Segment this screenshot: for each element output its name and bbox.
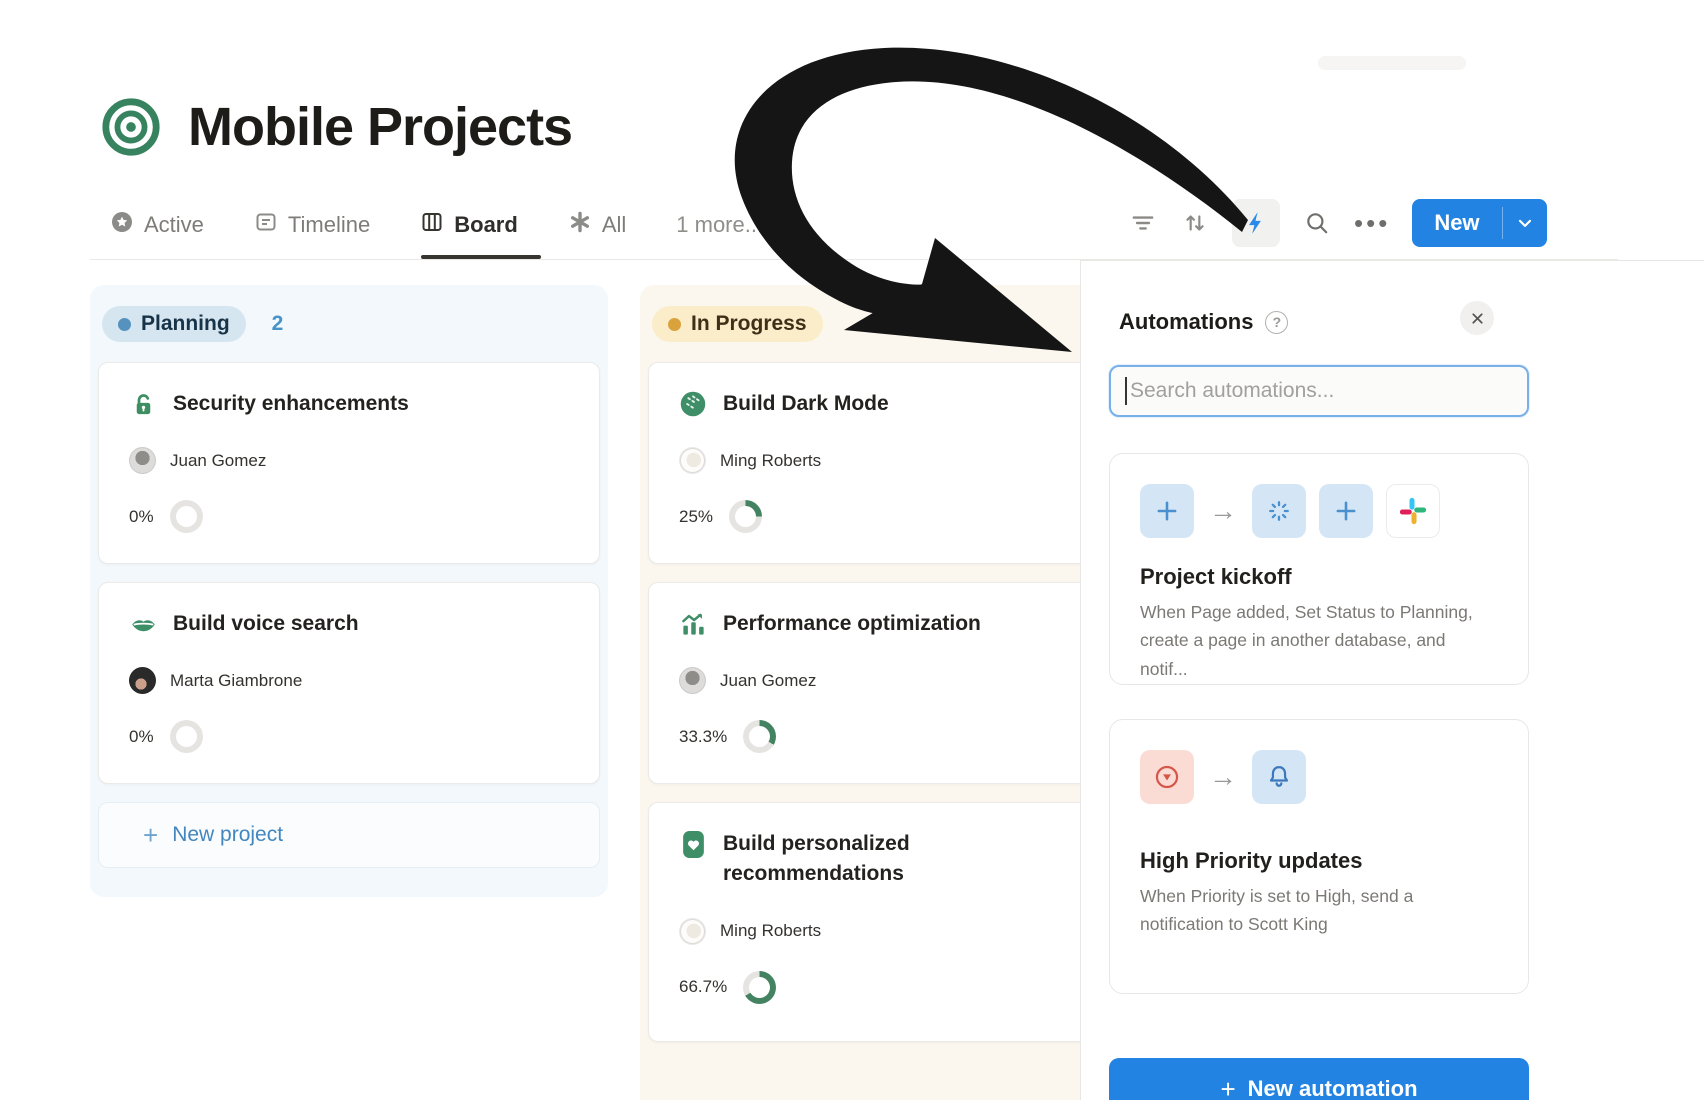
assignee-name: Ming Roberts bbox=[720, 921, 821, 941]
slack-icon bbox=[1386, 484, 1440, 538]
plus-icon: + bbox=[1220, 1074, 1235, 1100]
automations-panel: Automations ? Search automations... → bbox=[1080, 260, 1704, 1100]
chart-up-icon bbox=[679, 610, 707, 638]
tab-label: Board bbox=[454, 212, 518, 238]
view-toolbar: ••• New bbox=[1128, 198, 1547, 248]
new-project-button[interactable]: + New project bbox=[98, 802, 600, 868]
plus-icon: + bbox=[143, 822, 158, 848]
progress-ring bbox=[743, 971, 776, 1004]
search-automations-input[interactable]: Search automations... bbox=[1109, 365, 1529, 417]
card-title: Build personalized recommendations bbox=[723, 829, 973, 890]
timeline-icon bbox=[254, 210, 278, 240]
avatar-juan-gomez bbox=[679, 667, 706, 694]
column-count: 2 bbox=[272, 312, 284, 336]
page-title: Mobile Projects bbox=[188, 96, 572, 158]
automation-description: When Priority is set to High, send a not… bbox=[1140, 882, 1498, 939]
tab-all[interactable]: All bbox=[568, 210, 626, 240]
in-progress-status-pill[interactable]: In Progress bbox=[652, 306, 823, 342]
progress-ring bbox=[743, 720, 776, 753]
column-in-progress-header: In Progress bbox=[652, 306, 823, 342]
tab-active[interactable]: Active bbox=[110, 210, 204, 240]
assignee-name: Marta Giambrone bbox=[170, 671, 302, 691]
new-project-label: New project bbox=[172, 823, 283, 847]
filter-icon[interactable] bbox=[1128, 208, 1158, 238]
priority-high-icon bbox=[1140, 750, 1194, 804]
automation-bolt-button[interactable] bbox=[1232, 199, 1280, 247]
search-icon[interactable] bbox=[1302, 208, 1332, 238]
column-name: In Progress bbox=[691, 312, 807, 336]
automation-bolt-icon bbox=[1243, 210, 1269, 236]
tab-label: Timeline bbox=[288, 212, 370, 238]
help-icon[interactable]: ? bbox=[1265, 311, 1288, 334]
lock-icon bbox=[129, 390, 157, 418]
tabs-more-button[interactable]: 1 more... bbox=[676, 212, 763, 238]
project-card-security[interactable]: Security enhancements Juan Gomez 0% bbox=[98, 362, 600, 564]
chevron-down-icon[interactable] bbox=[1503, 199, 1547, 247]
sort-icon[interactable] bbox=[1180, 208, 1210, 238]
avatar-marta-giambrone bbox=[129, 667, 156, 694]
asterisk-icon bbox=[568, 210, 592, 240]
star-circle-icon bbox=[110, 210, 134, 240]
card-title: Performance optimization bbox=[723, 609, 981, 639]
progress-ring bbox=[170, 720, 203, 753]
heart-badge-icon bbox=[679, 830, 707, 858]
progress-label: 0% bbox=[129, 727, 154, 747]
tab-label: All bbox=[602, 212, 626, 238]
card-title: Security enhancements bbox=[173, 389, 409, 419]
tab-label: Active bbox=[144, 212, 204, 238]
more-ellipsis-icon[interactable]: ••• bbox=[1354, 218, 1390, 228]
text-cursor bbox=[1125, 377, 1127, 405]
new-automation-button[interactable]: + New automation bbox=[1109, 1058, 1529, 1100]
panel-title: Automations bbox=[1119, 309, 1253, 335]
close-panel-button[interactable] bbox=[1460, 301, 1494, 335]
progress-ring bbox=[729, 500, 762, 533]
automation-title: Project kickoff bbox=[1140, 564, 1498, 590]
card-title: Build Dark Mode bbox=[723, 389, 889, 419]
avatar-ming-roberts bbox=[679, 447, 706, 474]
avatar-ming-roberts bbox=[679, 918, 706, 945]
arrow-right-icon: → bbox=[1207, 761, 1239, 793]
arrow-right-icon: → bbox=[1207, 495, 1239, 527]
column-name: Planning bbox=[141, 312, 230, 336]
assignee-name: Juan Gomez bbox=[720, 671, 816, 691]
automation-card-project-kickoff[interactable]: → Project kic bbox=[1109, 453, 1529, 685]
view-tabs: Active Timeline Board bbox=[110, 202, 763, 248]
faded-ui-artifact bbox=[1318, 56, 1466, 70]
bell-icon bbox=[1252, 750, 1306, 804]
new-button[interactable]: New bbox=[1412, 199, 1546, 247]
tab-board[interactable]: Board bbox=[420, 210, 518, 240]
column-planning-header: Planning 2 bbox=[102, 306, 283, 342]
search-placeholder: Search automations... bbox=[1130, 379, 1334, 403]
close-icon bbox=[1469, 310, 1486, 327]
board-columns-icon bbox=[420, 210, 444, 240]
status-spinner-icon bbox=[1252, 484, 1306, 538]
status-dot bbox=[668, 318, 681, 331]
assignee-name: Ming Roberts bbox=[720, 451, 821, 471]
automation-description: When Page added, Set Status to Planning,… bbox=[1140, 598, 1498, 683]
lips-icon bbox=[129, 610, 157, 638]
progress-label: 25% bbox=[679, 507, 713, 527]
avatar-juan-gomez bbox=[129, 447, 156, 474]
automation-title: High Priority updates bbox=[1140, 848, 1498, 874]
progress-label: 33.3% bbox=[679, 727, 727, 747]
progress-ring bbox=[170, 500, 203, 533]
planning-status-pill[interactable]: Planning bbox=[102, 306, 246, 342]
plus-icon bbox=[1140, 484, 1194, 538]
new-automation-label: New automation bbox=[1248, 1076, 1418, 1100]
target-icon[interactable] bbox=[100, 96, 162, 158]
plus-icon bbox=[1319, 484, 1373, 538]
card-title: Build voice search bbox=[173, 609, 359, 639]
sphere-icon bbox=[679, 390, 707, 418]
mobile-projects-page: Mobile Projects Active Timeline bbox=[0, 0, 1704, 1100]
page-header: Mobile Projects bbox=[100, 96, 572, 158]
status-dot bbox=[118, 318, 131, 331]
progress-label: 66.7% bbox=[679, 977, 727, 997]
progress-label: 0% bbox=[129, 507, 154, 527]
assignee-name: Juan Gomez bbox=[170, 451, 266, 471]
tab-timeline[interactable]: Timeline bbox=[254, 210, 370, 240]
automation-card-high-priority[interactable]: → High Priority updates When Priority is… bbox=[1109, 719, 1529, 994]
new-button-label: New bbox=[1412, 199, 1501, 247]
project-card-voice-search[interactable]: Build voice search Marta Giambrone 0% bbox=[98, 582, 600, 784]
